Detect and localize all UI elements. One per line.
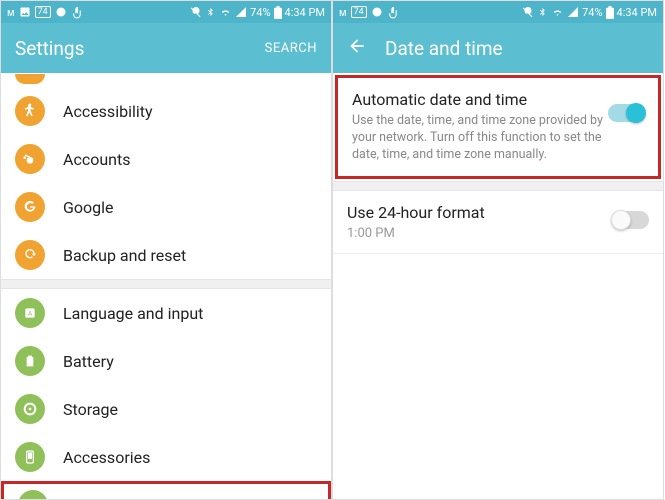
search-button[interactable]: SEARCH: [265, 41, 317, 56]
circle-icon: [371, 6, 383, 18]
section-divider: [333, 181, 663, 191]
list-item-partial[interactable]: [1, 73, 331, 87]
accessories-icon: [15, 442, 45, 472]
badge-74-icon: 74: [351, 6, 367, 18]
setting-auto-date-time[interactable]: Automatic date and time Use the date, ti…: [338, 78, 658, 176]
wifi-icon: [219, 6, 232, 19]
backup-icon: [15, 240, 45, 270]
list-item-date-time[interactable]: Date and time: [1, 481, 331, 499]
wifi-icon: [551, 6, 564, 19]
m-icon: ᴍ: [339, 6, 347, 19]
page-title: Settings: [15, 37, 265, 60]
item-label: Google: [63, 198, 114, 217]
list-item-google[interactable]: Google: [1, 183, 331, 231]
date-time-content: Automatic date and time Use the date, ti…: [333, 73, 663, 499]
list-item-battery[interactable]: Battery: [1, 337, 331, 385]
bluetooth-icon: [537, 7, 548, 18]
accounts-icon: [15, 144, 45, 174]
item-label: Language and input: [63, 304, 203, 323]
battery-icon: [274, 6, 282, 19]
app-bar: Settings SEARCH: [1, 23, 331, 73]
list-item-language[interactable]: A Language and input: [1, 289, 331, 337]
status-left: ᴍ 74: [7, 6, 84, 19]
bluetooth-icon: [205, 7, 216, 18]
item-label: Accessibility: [63, 102, 153, 121]
alarm-off-icon: [522, 6, 534, 18]
clock-time: 4:34 PM: [285, 6, 325, 19]
highlight-auto-date-time: Automatic date and time Use the date, ti…: [335, 75, 661, 179]
alarm-off-icon: [190, 6, 202, 18]
status-right: 74% 4:34 PM: [522, 6, 657, 19]
date-time-icon: [18, 490, 48, 499]
accessibility-icon: [15, 96, 45, 126]
setting-24-hour[interactable]: Use 24-hour format 1:00 PM: [333, 191, 663, 253]
list-item-backup-reset[interactable]: Backup and reset: [1, 231, 331, 279]
item-label: Battery: [63, 352, 114, 371]
battery-percent: 74%: [582, 6, 602, 19]
list-item-accessories[interactable]: Accessories: [1, 433, 331, 481]
page-title: Date and time: [385, 37, 649, 60]
setting-desc: Use the date, time, and time zone provid…: [352, 113, 608, 164]
app-bar: Date and time: [333, 23, 663, 73]
settings-screen: ᴍ 74 74% 4:34 PM Settings SEARCH Access: [0, 0, 332, 500]
item-label: Storage: [63, 400, 118, 419]
status-bar: ᴍ 74 74% 4:34 PM: [333, 1, 663, 23]
24-hour-toggle[interactable]: [613, 211, 649, 229]
storage-icon: [15, 394, 45, 424]
clock-time: 4:34 PM: [617, 6, 657, 19]
item-label: Accessories: [63, 448, 150, 467]
setting-title: Use 24-hour format: [347, 203, 613, 222]
settings-list[interactable]: Accessibility Accounts Google Backup and…: [1, 73, 331, 499]
google-icon: [15, 192, 45, 222]
hand-icon: [387, 6, 400, 19]
partial-icon: [15, 74, 45, 84]
setting-title: Automatic date and time: [352, 90, 608, 109]
status-bar: ᴍ 74 74% 4:34 PM: [1, 1, 331, 23]
svg-text:A: A: [28, 310, 33, 318]
hand-icon: [71, 6, 84, 19]
image-icon: [19, 6, 31, 18]
list-item-storage[interactable]: Storage: [1, 385, 331, 433]
setting-sub: 1:00 PM: [347, 226, 613, 241]
language-icon: A: [15, 298, 45, 328]
signal-icon: [567, 6, 579, 18]
back-button[interactable]: [347, 36, 367, 60]
battery-icon: [606, 6, 614, 19]
list-item-accessibility[interactable]: Accessibility: [1, 87, 331, 135]
status-right: 74% 4:34 PM: [190, 6, 325, 19]
section-divider: [1, 279, 331, 289]
item-label: Accounts: [63, 150, 130, 169]
item-label: Backup and reset: [63, 246, 186, 265]
item-label: Date and time: [66, 496, 165, 500]
badge-74-icon: 74: [35, 6, 51, 18]
signal-icon: [235, 6, 247, 18]
list-item-accounts[interactable]: Accounts: [1, 135, 331, 183]
divider: [333, 253, 663, 254]
date-time-screen: ᴍ 74 74% 4:34 PM Date and time Automatic…: [332, 0, 664, 500]
status-left: ᴍ 74: [339, 6, 400, 19]
auto-date-time-toggle[interactable]: [608, 104, 644, 122]
battery-setting-icon: [15, 346, 45, 376]
battery-percent: 74%: [250, 6, 270, 19]
circle-icon: [55, 6, 67, 18]
m-icon: ᴍ: [7, 6, 15, 19]
